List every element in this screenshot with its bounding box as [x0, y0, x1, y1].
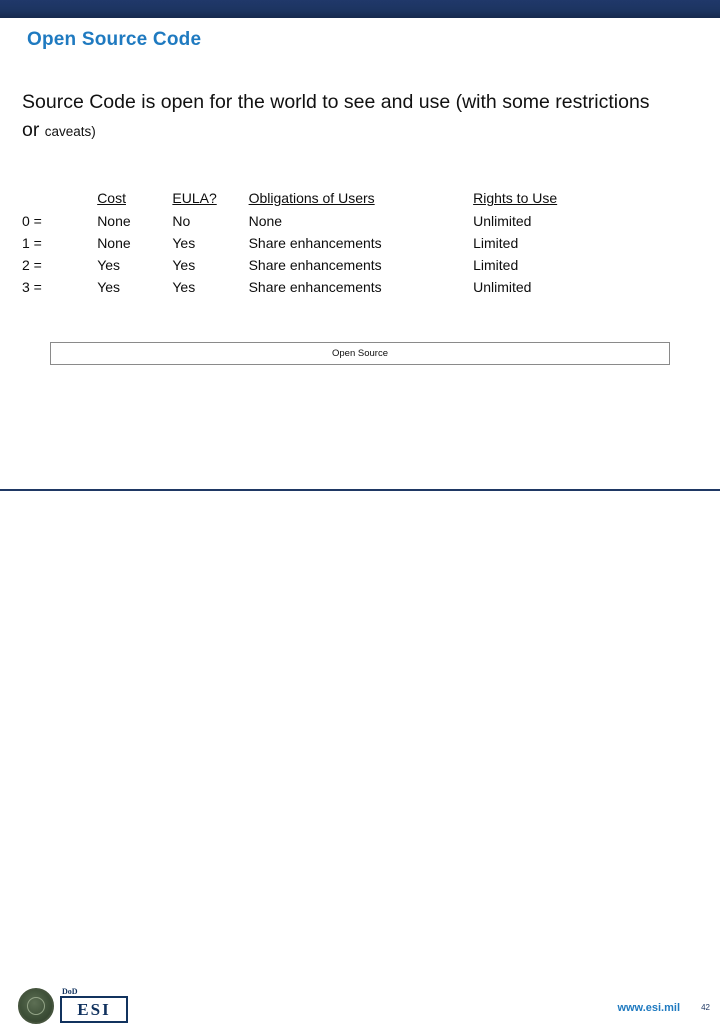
table-body: 0 = None No None Unlimited 1 = None Yes …	[22, 213, 682, 301]
table-header-cost: Cost	[97, 190, 126, 206]
page-title: Open Source Code	[27, 29, 202, 50]
esi-logo-dod-text: DoD	[62, 987, 78, 996]
table-header-key	[22, 190, 97, 213]
row-eula: Yes	[172, 279, 196, 295]
esi-logo-esi-text: ESI	[77, 1000, 111, 1019]
footer: DoD ESI www.esi.mil 42	[0, 491, 720, 1024]
table-row: 0 = None No None Unlimited	[22, 213, 682, 235]
row-eula: Yes	[172, 235, 196, 251]
top-navy-bar	[0, 0, 720, 18]
row-cost: Yes	[97, 279, 121, 295]
table-header-obligations: Obligations of Users	[248, 190, 375, 206]
row-rights: Limited	[473, 235, 519, 251]
slide: Open Source Code Source Code is open for…	[0, 0, 720, 1024]
body-paragraph-main: Source Code is open for the world to see…	[22, 91, 650, 141]
body-paragraph: Source Code is open for the world to see…	[22, 88, 672, 146]
row-eula: No	[172, 213, 191, 229]
table-row: 2 = Yes Yes Share enhancements Limited	[22, 257, 682, 279]
row-cost: None	[97, 213, 131, 229]
row-obligations: None	[248, 213, 283, 229]
row-obligations: Share enhancements	[248, 235, 382, 251]
row-key: 2 =	[22, 257, 42, 273]
body-paragraph-caveat: caveats)	[44, 124, 96, 139]
esi-logo-box: ESI	[60, 996, 128, 1023]
table-header-rights: Rights to Use	[473, 190, 558, 206]
row-obligations: Share enhancements	[248, 279, 382, 295]
open-source-span-bar: Open Source	[50, 342, 670, 365]
license-matrix-table: Cost EULA? Obligations of Users Rights t…	[22, 190, 682, 301]
row-rights: Unlimited	[473, 213, 532, 229]
row-key: 0 =	[22, 213, 42, 229]
table-header-eula: EULA?	[172, 190, 217, 206]
dod-seal-icon	[18, 988, 54, 1024]
row-rights: Limited	[473, 257, 519, 273]
row-key: 1 =	[22, 235, 42, 251]
row-eula: Yes	[172, 257, 196, 273]
table-header: Cost EULA? Obligations of Users Rights t…	[22, 190, 682, 213]
row-key: 3 =	[22, 279, 42, 295]
table-header-row: Cost EULA? Obligations of Users Rights t…	[22, 190, 682, 213]
row-cost: Yes	[97, 257, 121, 273]
esi-logo: DoD ESI	[60, 987, 130, 1025]
open-source-span-label: Open Source	[332, 348, 388, 359]
table-row: 1 = None Yes Share enhancements Limited	[22, 235, 682, 257]
row-obligations: Share enhancements	[248, 257, 382, 273]
page-number: 42	[701, 1003, 710, 1012]
table-row: 3 = Yes Yes Share enhancements Unlimited	[22, 279, 682, 301]
top-navy-bar-gradient	[0, 0, 720, 18]
footer-url[interactable]: www.esi.mil	[617, 1002, 680, 1014]
row-cost: None	[97, 235, 131, 251]
row-rights: Unlimited	[473, 279, 532, 295]
